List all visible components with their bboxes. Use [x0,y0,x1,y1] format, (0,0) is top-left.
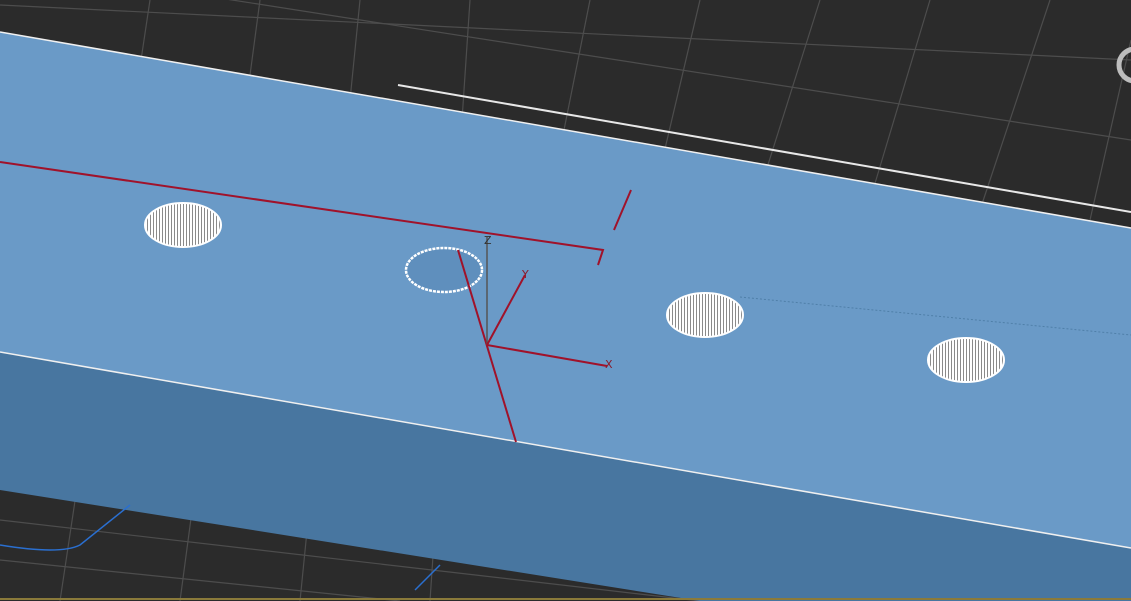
hole-2-selected[interactable] [404,246,484,294]
x-axis-label: X [605,358,613,371]
hole-4[interactable] [927,337,1005,383]
y-axis-label: Y [521,268,529,281]
viewport-scene: X Y Z [0,0,1131,601]
hole-3[interactable] [666,292,744,338]
hole-1[interactable] [144,202,222,248]
3d-viewport[interactable]: X Y Z [0,0,1131,601]
z-axis-label: Z [484,234,492,247]
